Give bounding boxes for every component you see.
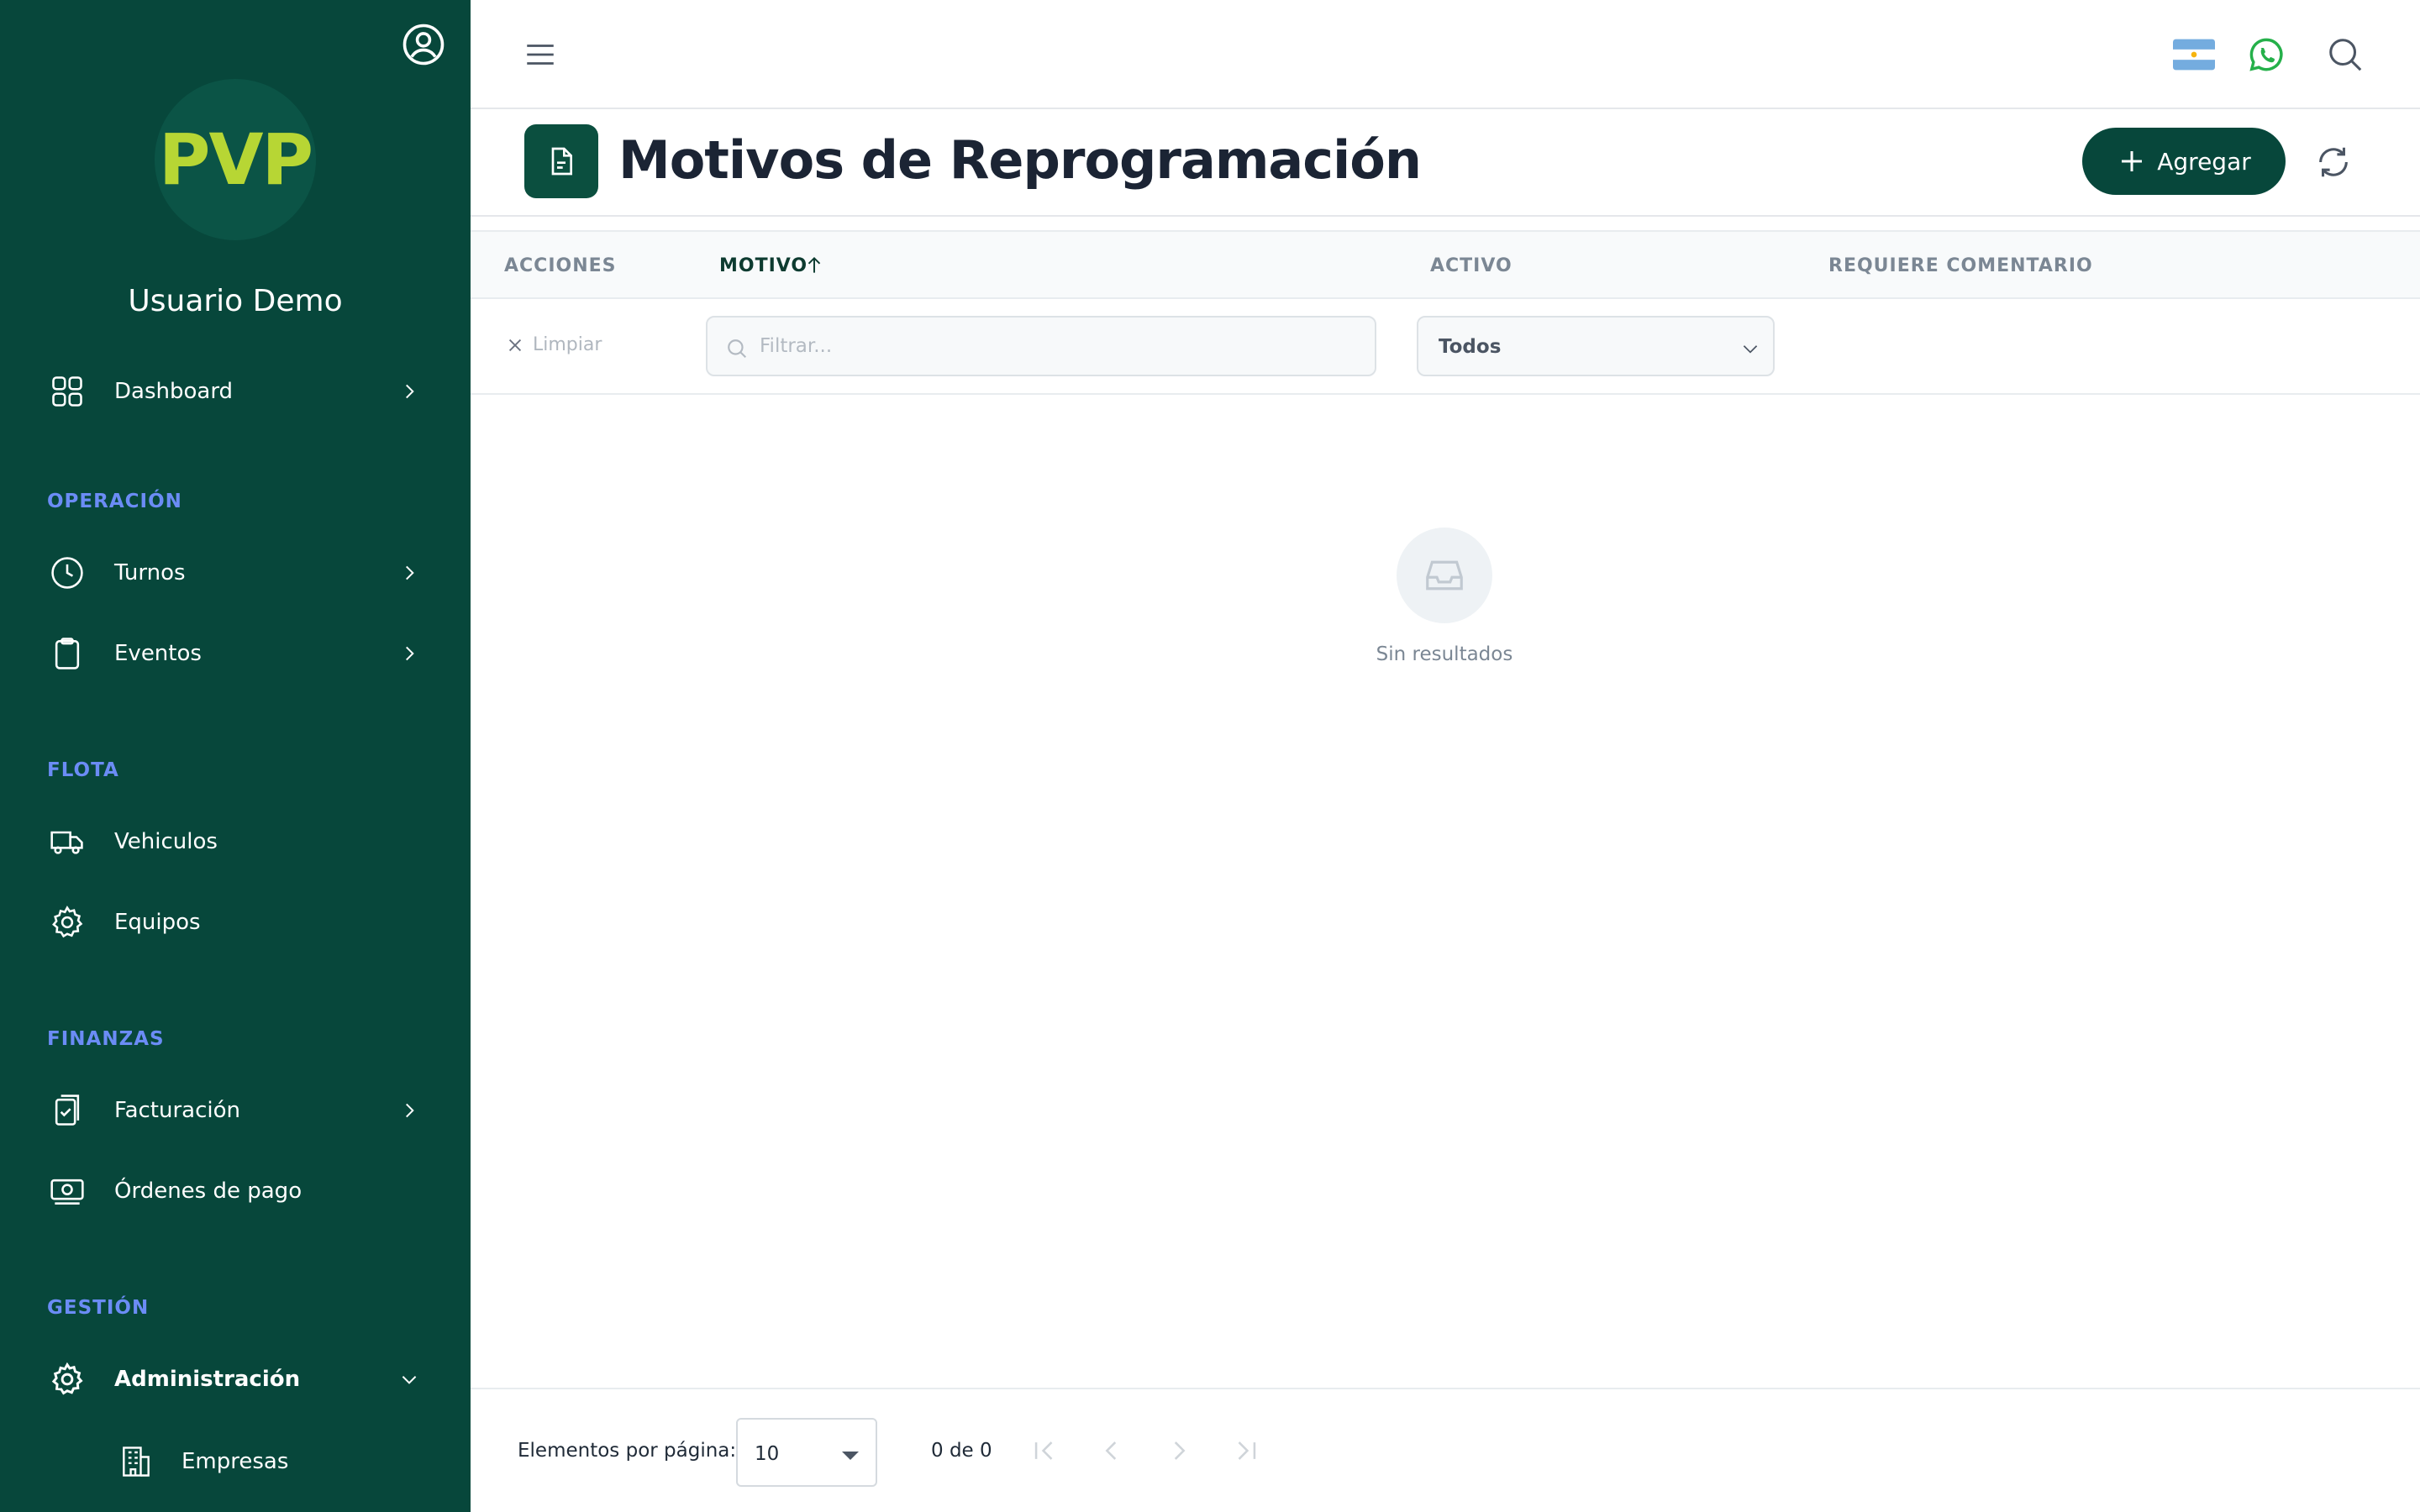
sidebar-item-turnos[interactable]: Turnos bbox=[0, 539, 471, 606]
page-size-value: 10 bbox=[755, 1443, 780, 1465]
motivo-filter-input[interactable] bbox=[760, 329, 1348, 363]
whatsapp-icon[interactable] bbox=[2247, 35, 2286, 74]
sidebar-item-ordenes[interactable]: Órdenes de pago bbox=[0, 1158, 471, 1225]
document-badge bbox=[524, 124, 598, 198]
clipboard-icon bbox=[55, 638, 80, 669]
clock-icon bbox=[51, 557, 83, 589]
empty-state-text: Sin resultados bbox=[1376, 643, 1513, 665]
clear-filters-label: Limpiar bbox=[533, 334, 602, 355]
section-gestion: GESTIÓN bbox=[47, 1297, 150, 1319]
motivo-filter[interactable] bbox=[706, 316, 1376, 376]
table-header: ACCIONES MOTIVO ACTIVO REQUIERE COMENTAR… bbox=[471, 230, 2420, 299]
section-flota: FLOTA bbox=[47, 759, 119, 781]
paginator: Elementos por página: 10 0 de 0 bbox=[471, 1388, 2420, 1512]
banknote-icon bbox=[50, 1179, 84, 1205]
sidebar-item-facturacion[interactable]: Facturación bbox=[0, 1077, 471, 1144]
plus-icon bbox=[2122, 151, 2143, 171]
argentina-flag-icon[interactable] bbox=[2173, 39, 2215, 71]
sort-ascending-icon[interactable] bbox=[803, 254, 825, 277]
sidebar-item-label: Turnos bbox=[114, 560, 186, 585]
sidebar-item-label: Facturación bbox=[114, 1098, 240, 1123]
sidebar-item-label: Eventos bbox=[114, 641, 202, 666]
page-size-select[interactable]: 10 bbox=[736, 1418, 877, 1487]
topbar bbox=[471, 0, 2420, 109]
sidebar-item-equipos[interactable]: Equipos bbox=[0, 889, 471, 956]
search-icon bbox=[728, 339, 747, 359]
previous-page-icon[interactable] bbox=[1097, 1436, 1126, 1465]
filter-row: Limpiar Todos bbox=[471, 299, 2420, 395]
sidebar-item-label: Administración bbox=[114, 1367, 301, 1392]
sidebar-item-label: Equipos bbox=[114, 910, 201, 935]
sidebar-item-eventos[interactable]: Eventos bbox=[0, 620, 471, 687]
document-icon bbox=[551, 147, 572, 176]
section-finanzas: FINANZAS bbox=[47, 1028, 165, 1050]
gear-icon bbox=[52, 906, 83, 938]
chevron-right-icon bbox=[406, 384, 414, 399]
user-circle-icon[interactable] bbox=[401, 22, 446, 67]
column-header-motivo[interactable]: MOTIVO bbox=[719, 255, 808, 276]
column-header-requiere-comentario[interactable]: REQUIERE COMENTARIO bbox=[1828, 255, 2093, 276]
gear-icon bbox=[51, 1362, 83, 1395]
search-icon[interactable] bbox=[2326, 35, 2365, 74]
page-title: Motivos de Reprogramación bbox=[618, 129, 1422, 191]
empty-state-badge bbox=[1397, 528, 1492, 623]
user-name: Usuario Demo bbox=[128, 284, 343, 318]
caret-down-icon bbox=[842, 1452, 859, 1460]
close-icon bbox=[508, 339, 522, 351]
page-range: 0 de 0 bbox=[931, 1440, 992, 1462]
building-icon bbox=[123, 1446, 150, 1477]
sidebar-item-empresas[interactable]: Empresas bbox=[0, 1428, 471, 1495]
chevron-right-icon bbox=[406, 1103, 414, 1118]
logo-text: PVP bbox=[158, 118, 313, 201]
truck-icon bbox=[50, 831, 83, 854]
sidebar-item-label: Órdenes de pago bbox=[114, 1179, 302, 1204]
page-header: Motivos de Reprogramación Agregar bbox=[471, 109, 2420, 217]
column-header-activo[interactable]: ACTIVO bbox=[1430, 255, 1512, 276]
activo-filter-select[interactable]: Todos bbox=[1417, 316, 1775, 376]
add-button[interactable]: Agregar bbox=[2082, 128, 2286, 195]
refresh-icon[interactable] bbox=[2314, 143, 2353, 181]
sidebar-item-label: Dashboard bbox=[114, 379, 234, 404]
page-size-label: Elementos por página: bbox=[518, 1440, 737, 1462]
grid-icon bbox=[52, 376, 82, 407]
sidebar: PVP Usuario Demo Dashboard OPERACIÓN Tur… bbox=[0, 0, 471, 1512]
clipboard-check-icon bbox=[55, 1095, 80, 1126]
chevron-right-icon bbox=[406, 646, 414, 661]
chevron-right-icon bbox=[406, 565, 414, 580]
sidebar-item-label: Empresas bbox=[182, 1449, 289, 1474]
first-page-icon[interactable] bbox=[1030, 1436, 1059, 1465]
chevron-down-icon bbox=[1743, 345, 1758, 354]
clear-filters-button[interactable]: Limpiar bbox=[506, 334, 602, 355]
sidebar-item-dashboard[interactable]: Dashboard bbox=[0, 358, 471, 425]
sidebar-item-administracion[interactable]: Administración bbox=[0, 1346, 471, 1413]
add-button-label: Agregar bbox=[2157, 147, 2251, 176]
chevron-down-icon bbox=[402, 1376, 417, 1384]
inbox-icon bbox=[1426, 560, 1463, 591]
last-page-icon[interactable] bbox=[1232, 1436, 1260, 1465]
next-page-icon[interactable] bbox=[1165, 1436, 1193, 1465]
logo: PVP bbox=[155, 79, 316, 240]
menu-icon[interactable] bbox=[523, 37, 558, 72]
sidebar-item-vehiculos[interactable]: Vehiculos bbox=[0, 808, 471, 875]
sidebar-item-label: Vehiculos bbox=[114, 829, 218, 854]
column-header-acciones: ACCIONES bbox=[504, 255, 617, 276]
activo-filter-value: Todos bbox=[1439, 336, 1502, 358]
section-operacion: OPERACIÓN bbox=[47, 491, 182, 512]
